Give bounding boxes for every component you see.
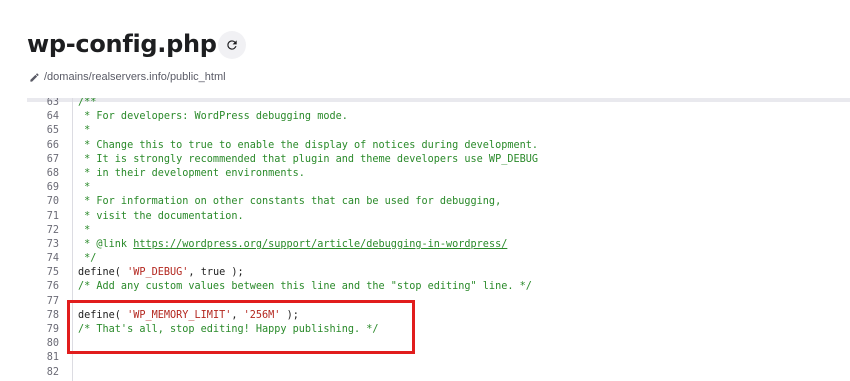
code-text[interactable]: * For information on other constants tha… — [78, 195, 501, 209]
code-text[interactable]: * — [78, 181, 90, 195]
pencil-icon — [30, 72, 39, 82]
code-text[interactable]: * For developers: WordPress debugging mo… — [78, 110, 348, 124]
code-token: * visit the documentation. — [78, 210, 244, 222]
code-text[interactable]: * — [78, 124, 90, 138]
code-token: * Change this to true to enable the disp… — [78, 139, 539, 151]
line-number: 78 — [46, 309, 59, 321]
code-text[interactable]: * visit the documentation. — [78, 210, 244, 224]
line-number: 72 — [46, 224, 59, 236]
code-line[interactable]: 73 * @link https://wordpress.org/support… — [27, 238, 850, 252]
line-number: 77 — [46, 295, 59, 307]
code-token: * For information on other constants tha… — [78, 196, 502, 208]
highlight-box — [67, 300, 415, 354]
code-token: 'WP_DEBUG' — [127, 267, 189, 279]
code-line[interactable]: 65 * — [27, 124, 850, 138]
code-line[interactable]: 76 /* Add any custom values between this … — [27, 280, 850, 294]
line-number: 67 — [46, 153, 59, 165]
line-number: 69 — [46, 182, 59, 194]
line-number: 63 — [46, 98, 59, 108]
file-path: /domains/realservers.info/public_html — [29, 71, 226, 83]
code-line[interactable]: 64 * For developers: WordPress debugging… — [27, 110, 850, 124]
code-editor[interactable]: 63 /** 64 * For developers: WordPress debu… — [27, 98, 850, 381]
code-line[interactable]: 67 * It is strongly recommended that plu… — [27, 153, 850, 167]
code-token: */ — [78, 253, 97, 265]
code-text[interactable]: /* Add any custom values between this li… — [78, 280, 532, 294]
code-text[interactable]: * in their development environments. — [78, 167, 305, 181]
line-number: 80 — [46, 338, 59, 350]
code-text[interactable]: */ — [78, 252, 96, 266]
code-token: * in their development environments. — [78, 167, 305, 179]
code-token: * — [78, 224, 91, 236]
code-token: * For developers: WordPress debugging mo… — [78, 111, 348, 123]
line-number: 71 — [46, 210, 59, 222]
line-number: 81 — [46, 352, 59, 364]
line-number: 70 — [46, 196, 59, 208]
code-text[interactable]: * It is strongly recommended that plugin… — [78, 153, 538, 167]
line-number: 65 — [46, 125, 59, 137]
code-token: /** — [78, 98, 97, 108]
code-text[interactable]: * — [78, 224, 90, 238]
page-title: wp-config.php — [27, 30, 217, 58]
line-number: 68 — [46, 167, 59, 179]
code-token: * — [78, 125, 91, 137]
line-number: 79 — [46, 324, 59, 335]
code-line[interactable]: 70 * For information on other constants … — [27, 195, 850, 209]
code-text[interactable]: * Change this to true to enable the disp… — [78, 139, 538, 153]
line-number: 76 — [46, 281, 59, 293]
code-token: * — [78, 182, 91, 194]
code-text[interactable]: * @link https://wordpress.org/support/ar… — [78, 238, 507, 252]
line-number: 75 — [46, 267, 59, 279]
code-line[interactable]: 68 * in their development environments. — [27, 167, 850, 181]
code-line[interactable]: 75 define( 'WP_DEBUG', true ); — [27, 266, 850, 280]
code-token: * It is strongly recommended that plugin… — [78, 153, 539, 165]
documentation-link[interactable]: https://wordpress.org/support/article/de… — [133, 239, 507, 250]
code-text[interactable]: /** — [78, 98, 96, 110]
code-line[interactable]: 74 */ — [27, 252, 850, 266]
code-line[interactable]: 63 /** — [27, 98, 850, 110]
code-text[interactable]: define( 'WP_DEBUG', true ); — [78, 266, 244, 280]
line-number: 64 — [46, 111, 59, 123]
code-line[interactable]: 82 — [27, 366, 850, 380]
line-number: 73 — [46, 238, 59, 250]
refresh-button[interactable] — [218, 31, 246, 59]
line-number: 66 — [46, 139, 59, 151]
code-line[interactable]: 69 * — [27, 181, 850, 195]
code-token: * @link — [78, 238, 134, 250]
code-token: , true ); — [188, 267, 244, 279]
refresh-icon — [227, 40, 237, 50]
line-number: 82 — [46, 366, 59, 378]
code-line[interactable]: 66 * Change this to true to enable the d… — [27, 139, 850, 153]
file-path-text: /domains/realservers.info/public_html — [44, 71, 226, 83]
code-token: define( — [78, 267, 128, 279]
line-number: 74 — [46, 253, 59, 265]
code-line[interactable]: 71 * visit the documentation. — [27, 210, 850, 224]
code-line[interactable]: 72 * — [27, 224, 850, 238]
code-token: /* Add any custom values between this li… — [78, 281, 532, 293]
